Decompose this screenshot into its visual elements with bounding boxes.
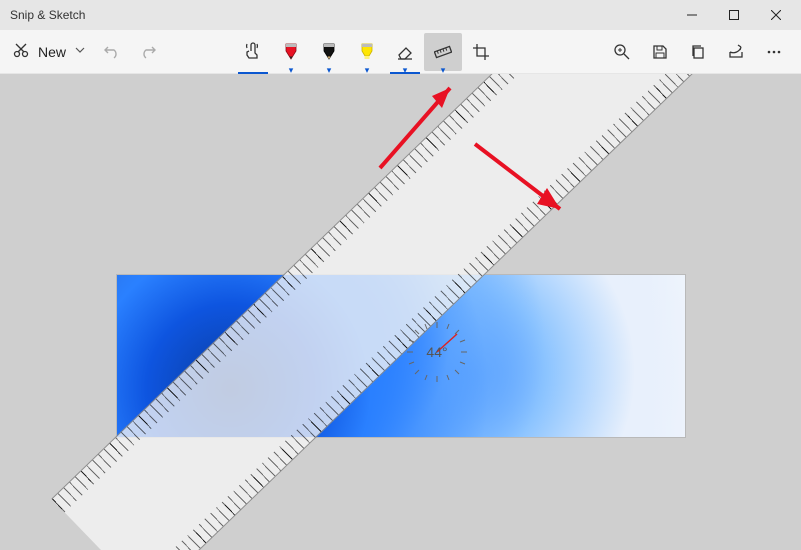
minimize-icon [687,10,697,20]
pencil-icon [321,42,337,62]
save-icon [652,44,668,60]
touch-writing-button[interactable] [234,33,272,71]
eraser-button[interactable]: ▾ [386,33,424,71]
crop-button[interactable] [462,33,500,71]
redo-button[interactable] [130,33,168,71]
more-button[interactable] [755,33,793,71]
ruler-button[interactable]: ▾ [424,33,462,71]
maximize-button[interactable] [713,0,755,30]
canvas-area[interactable]: 44° [0,74,801,550]
touch-writing-icon [243,42,263,62]
share-button[interactable] [717,33,755,71]
zoom-button[interactable] [603,33,641,71]
undo-button[interactable] [92,33,130,71]
snip-icon[interactable] [12,41,30,62]
ruler-icon [434,43,452,61]
copy-button[interactable] [679,33,717,71]
highlighter-button[interactable]: ▾ [348,33,386,71]
eraser-icon [396,43,414,61]
copy-icon [690,44,706,60]
pencil-button[interactable]: ▾ [310,33,348,71]
save-button[interactable] [641,33,679,71]
more-icon [766,44,782,60]
undo-icon [102,43,120,61]
window-title: Snip & Sketch [10,8,85,22]
redo-icon [140,43,158,61]
chevron-down-icon [74,44,86,56]
crop-icon [472,43,490,61]
title-bar: Snip & Sketch [0,0,801,30]
minimize-button[interactable] [671,0,713,30]
zoom-icon [613,43,631,61]
new-snip-group: New [8,33,90,71]
close-button[interactable] [755,0,797,30]
ballpoint-pen-icon [283,42,299,62]
new-dropdown[interactable] [74,44,86,59]
maximize-icon [729,10,739,20]
share-icon [727,43,745,61]
new-button[interactable]: New [34,44,70,60]
close-icon [771,10,781,20]
ballpoint-pen-button[interactable]: ▾ [272,33,310,71]
toolbar: New ▾ ▾ ▾ ▾ ▾ [0,30,801,74]
highlighter-icon [359,42,375,62]
